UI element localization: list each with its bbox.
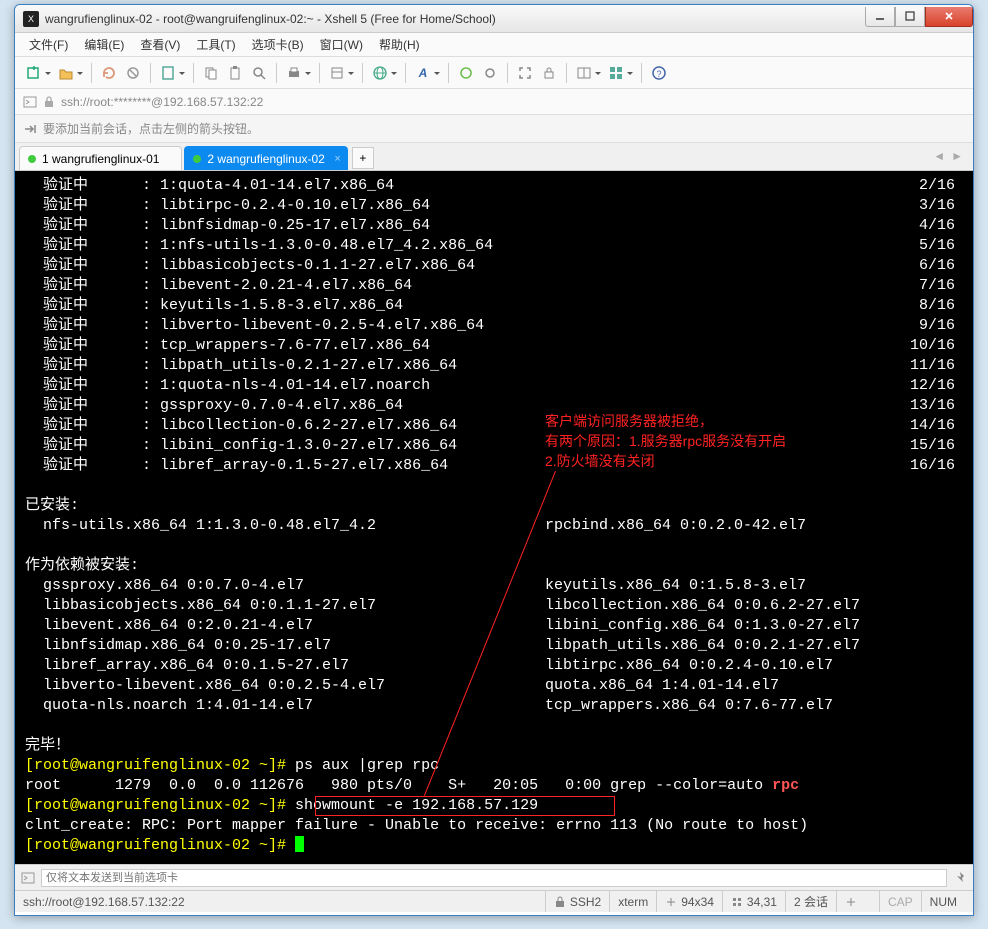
sync-icon[interactable] (479, 62, 501, 84)
addressbar: ssh://root:********@192.168.57.132:22 (15, 89, 973, 115)
toolbar: A ? (15, 57, 973, 89)
status-dot-icon (28, 155, 36, 163)
open-icon[interactable] (55, 62, 77, 84)
status-num: NUM (921, 891, 965, 912)
window-title: wangrufienglinux-02 - root@wangruifengli… (45, 12, 865, 26)
status-dot-icon (193, 155, 201, 163)
address-text[interactable]: ssh://root:********@192.168.57.132:22 (61, 95, 263, 109)
tab-session-1[interactable]: 1 wangrufienglinux-01 (19, 146, 182, 170)
separator (566, 63, 567, 83)
separator (448, 63, 449, 83)
status-pos: 34,31 (722, 891, 785, 912)
status-ssh: SSH2 (545, 891, 609, 912)
menu-help[interactable]: 帮助(H) (373, 34, 426, 55)
help-icon[interactable]: ? (648, 62, 670, 84)
terminal[interactable]: 验证中 : 1:quota-4.01-14.el7.x86_642/16 验证中… (15, 171, 973, 864)
find-icon[interactable] (248, 62, 270, 84)
separator (362, 63, 363, 83)
separator (319, 63, 320, 83)
maximize-button[interactable] (895, 7, 925, 27)
separator (276, 63, 277, 83)
tab-session-2[interactable]: 2 wangrufienglinux-02 × (184, 146, 347, 170)
pin-icon[interactable] (953, 871, 967, 885)
status-term: xterm (609, 891, 656, 912)
reconnect-icon[interactable] (98, 62, 120, 84)
status-sessions: 2 会话 (785, 891, 836, 912)
menu-edit[interactable]: 编辑(E) (78, 34, 130, 55)
separator (193, 63, 194, 83)
tab-label: 1 wangrufienglinux-01 (42, 152, 159, 166)
separator (91, 63, 92, 83)
menu-view[interactable]: 查看(V) (134, 34, 186, 55)
status-cap: CAP (879, 891, 921, 912)
app-icon: X (23, 11, 39, 27)
tab-next-icon[interactable]: ► (949, 149, 965, 163)
tab-label: 2 wangrufienglinux-02 (207, 152, 324, 166)
separator (507, 63, 508, 83)
status-connection: ssh://root@192.168.57.132:22 (23, 895, 545, 909)
statusbar: ssh://root@192.168.57.132:22 SSH2 xterm … (15, 890, 973, 912)
lock-icon[interactable] (538, 62, 560, 84)
terminal-cursor (295, 836, 304, 852)
copy-icon[interactable] (200, 62, 222, 84)
minimize-button[interactable] (865, 7, 895, 27)
paste-icon[interactable] (224, 62, 246, 84)
globe-icon[interactable] (369, 62, 391, 84)
layout-icon[interactable] (573, 62, 595, 84)
separator (405, 63, 406, 83)
close-tab-icon[interactable]: × (334, 153, 340, 165)
script-icon[interactable] (455, 62, 477, 84)
tabbar: 1 wangrufienglinux-01 2 wangrufienglinux… (15, 143, 973, 171)
titlebar: X wangrufienglinux-02 - root@wangruifeng… (15, 5, 973, 33)
window-controls (865, 7, 973, 27)
fullscreen-icon[interactable] (514, 62, 536, 84)
ssl-lock-icon (43, 96, 55, 108)
status-size: 94x34 (656, 891, 722, 912)
sendbar (15, 864, 973, 890)
menu-tabs[interactable]: 选项卡(B) (246, 34, 310, 55)
add-tab-button[interactable]: + (352, 147, 374, 169)
disconnect-icon[interactable] (122, 62, 144, 84)
quick-command-icon[interactable] (23, 95, 37, 109)
app-window: X wangrufienglinux-02 - root@wangruifeng… (14, 4, 974, 916)
add-session-arrow-icon[interactable] (23, 122, 37, 136)
separator (641, 63, 642, 83)
send-input[interactable] (41, 869, 947, 887)
hint-text: 要添加当前会话，点击左侧的箭头按钮。 (43, 120, 259, 137)
print-icon[interactable] (283, 62, 305, 84)
hintbar: 要添加当前会话，点击左侧的箭头按钮。 (15, 115, 973, 143)
profile-icon[interactable] (157, 62, 179, 84)
close-button[interactable] (925, 7, 973, 27)
font-icon[interactable]: A (412, 62, 434, 84)
properties-icon[interactable] (326, 62, 348, 84)
separator (150, 63, 151, 83)
new-session-icon[interactable] (23, 62, 45, 84)
tile-icon[interactable] (605, 62, 627, 84)
tab-nav: ◄ ► (931, 149, 965, 163)
svg-text:?: ? (656, 69, 661, 79)
menu-window[interactable]: 窗口(W) (314, 34, 369, 55)
menu-file[interactable]: 文件(F) (23, 34, 74, 55)
send-toggle-icon[interactable] (21, 871, 35, 885)
menu-tools[interactable]: 工具(T) (190, 34, 241, 55)
status-extra (836, 891, 879, 912)
menubar: 文件(F) 编辑(E) 查看(V) 工具(T) 选项卡(B) 窗口(W) 帮助(… (15, 33, 973, 57)
tab-prev-icon[interactable]: ◄ (931, 149, 947, 163)
